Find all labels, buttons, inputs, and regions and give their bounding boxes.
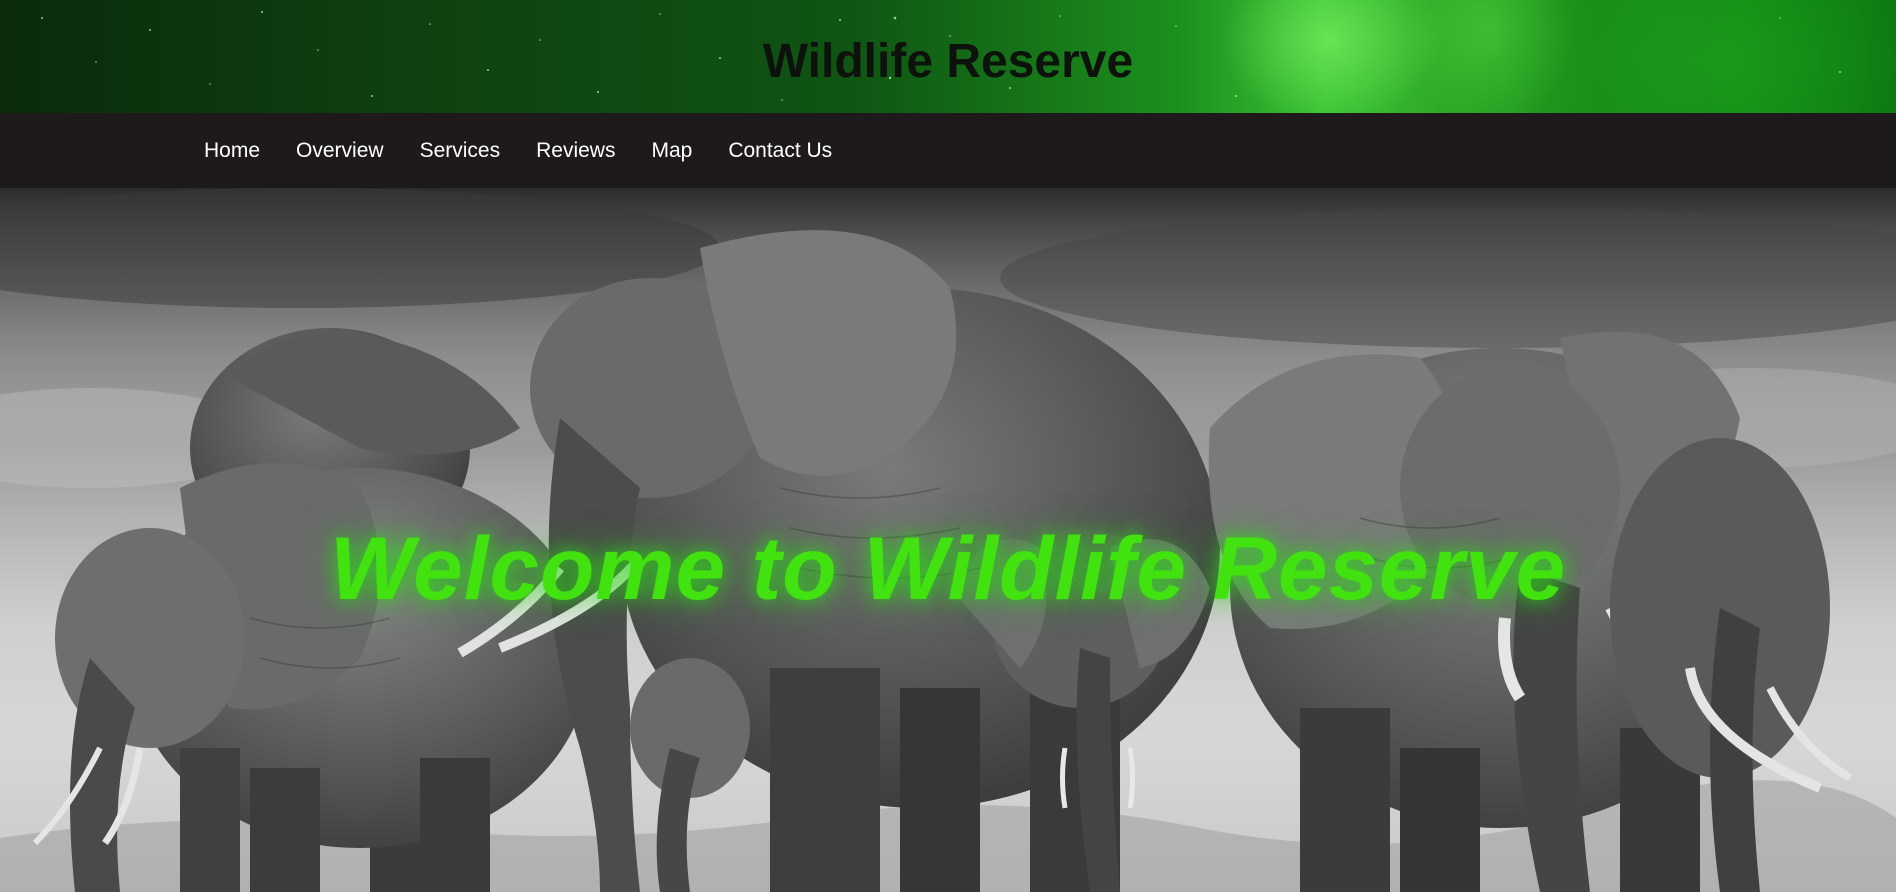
- main-navigation: Home Overview Services Reviews Map Conta…: [0, 113, 1896, 188]
- site-header: Wildlife Reserve: [0, 0, 1896, 113]
- hero-heading: Welcome to Wildlife Reserve: [329, 518, 1567, 618]
- nav-list: Home Overview Services Reviews Map Conta…: [204, 113, 868, 188]
- site-title: Wildlife Reserve: [762, 35, 1134, 88]
- nav-item-overview[interactable]: Overview: [296, 139, 384, 163]
- nav-item-contact-us[interactable]: Contact Us: [728, 139, 832, 163]
- nav-item-reviews[interactable]: Reviews: [536, 139, 615, 163]
- hero-section: Welcome to Wildlife Reserve: [0, 188, 1896, 892]
- nav-item-home[interactable]: Home: [204, 139, 260, 163]
- nav-item-map[interactable]: Map: [651, 139, 692, 163]
- nav-item-services[interactable]: Services: [420, 139, 501, 163]
